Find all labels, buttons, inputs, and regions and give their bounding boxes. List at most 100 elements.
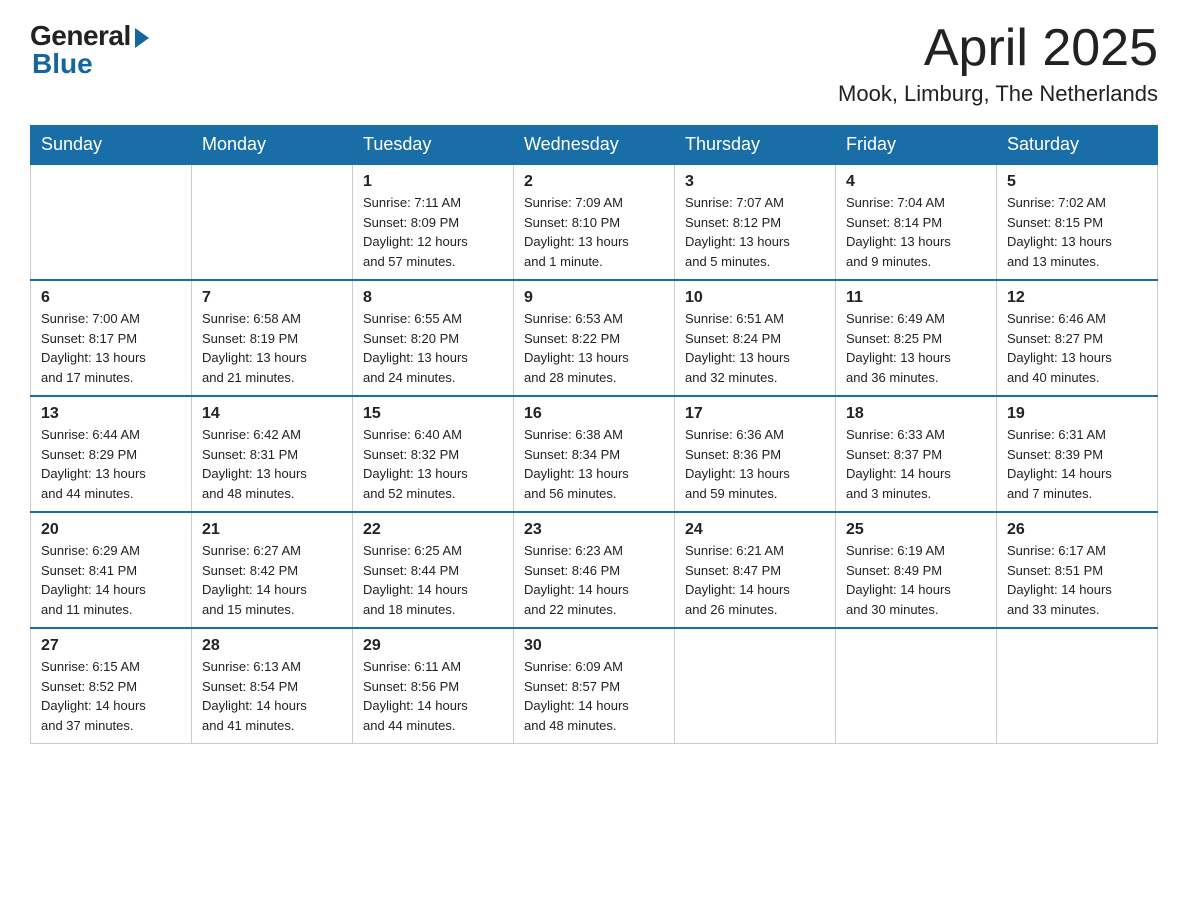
calendar-cell: 13Sunrise: 6:44 AM Sunset: 8:29 PM Dayli… [31,396,192,512]
calendar-cell: 28 Sunrise: 6:13 AM Sunset: 8:54 PM Dayli… [192,628,353,744]
calendar-cell: 9Sunrise: 6:53 AM Sunset: 8:22 PM Daylig… [514,280,675,396]
day-info: Sunrise: 6:17 AM Sunset: 8:51 PM Dayligh… [1007,541,1147,619]
title-block: April 2025 Mook, Limburg, The Netherland… [838,20,1158,107]
day-info: Sunrise: 6:13 AM Sunset: 8:54 PM Dayligh… [202,657,342,735]
day-info: Sunrise: 6:51 AM Sunset: 8:24 PM Dayligh… [685,309,825,387]
day-info: Sunrise: 6:40 AM Sunset: 8:32 PM Dayligh… [363,425,503,503]
calendar-cell: 14 Sunrise: 6:42 AM Sunset: 8:31 PM Dayli… [192,396,353,512]
calendar-cell [836,628,997,744]
day-info: Sunrise: 6:46 AM Sunset: 8:27 PM Dayligh… [1007,309,1147,387]
calendar-table: SundayMondayTuesdayWednesdayThursdayFrid… [30,125,1158,744]
calendar-week-1: 1 Sunrise: 7:11 AM Sunset: 8:09 PM Daylig… [31,164,1158,280]
day-info: Sunrise: 6:31 AM Sunset: 8:39 PM Dayligh… [1007,425,1147,503]
day-number: 17 [685,405,825,423]
day-number: 7 [202,289,342,307]
weekday-header-sunday: Sunday [31,126,192,165]
day-number: 30 [524,637,664,655]
calendar-cell: 10 Sunrise: 6:51 AM Sunset: 8:24 PM Dayli… [675,280,836,396]
calendar-cell: 6 Sunrise: 7:00 AM Sunset: 8:17 PM Daylig… [31,280,192,396]
day-info: Sunrise: 7:11 AM Sunset: 8:09 PM Dayligh… [363,193,503,271]
day-number: 4 [846,173,986,191]
day-number: 14 [202,405,342,423]
calendar-cell: 29 Sunrise: 6:11 AM Sunset: 8:56 PM Dayli… [353,628,514,744]
calendar-cell: 11Sunrise: 6:49 AM Sunset: 8:25 PM Dayli… [836,280,997,396]
day-number: 5 [1007,173,1147,191]
day-info: Sunrise: 6:58 AM Sunset: 8:19 PM Dayligh… [202,309,342,387]
day-number: 23 [524,521,664,539]
day-number: 22 [363,521,503,539]
weekday-header-row: SundayMondayTuesdayWednesdayThursdayFrid… [31,126,1158,165]
day-info: Sunrise: 6:42 AM Sunset: 8:31 PM Dayligh… [202,425,342,503]
weekday-header-saturday: Saturday [997,126,1158,165]
calendar-cell: 25 Sunrise: 6:19 AM Sunset: 8:49 PM Dayli… [836,512,997,628]
day-number: 26 [1007,521,1147,539]
day-info: Sunrise: 6:36 AM Sunset: 8:36 PM Dayligh… [685,425,825,503]
calendar-cell: 7 Sunrise: 6:58 AM Sunset: 8:19 PM Daylig… [192,280,353,396]
day-info: Sunrise: 6:29 AM Sunset: 8:41 PM Dayligh… [41,541,181,619]
day-info: Sunrise: 7:04 AM Sunset: 8:14 PM Dayligh… [846,193,986,271]
calendar-cell: 2 Sunrise: 7:09 AM Sunset: 8:10 PM Daylig… [514,164,675,280]
day-info: Sunrise: 6:53 AM Sunset: 8:22 PM Dayligh… [524,309,664,387]
calendar-cell: 19Sunrise: 6:31 AM Sunset: 8:39 PM Dayli… [997,396,1158,512]
weekday-header-monday: Monday [192,126,353,165]
calendar-cell: 8Sunrise: 6:55 AM Sunset: 8:20 PM Daylig… [353,280,514,396]
day-number: 24 [685,521,825,539]
location-title: Mook, Limburg, The Netherlands [838,81,1158,107]
calendar-cell: 24 Sunrise: 6:21 AM Sunset: 8:47 PM Dayli… [675,512,836,628]
calendar-cell: 20 Sunrise: 6:29 AM Sunset: 8:41 PM Dayli… [31,512,192,628]
day-number: 25 [846,521,986,539]
calendar-cell: 4 Sunrise: 7:04 AM Sunset: 8:14 PM Daylig… [836,164,997,280]
day-number: 10 [685,289,825,307]
calendar-week-2: 6 Sunrise: 7:00 AM Sunset: 8:17 PM Daylig… [31,280,1158,396]
day-number: 20 [41,521,181,539]
day-number: 6 [41,289,181,307]
day-number: 12 [1007,289,1147,307]
day-number: 2 [524,173,664,191]
calendar-cell: 22Sunrise: 6:25 AM Sunset: 8:44 PM Dayli… [353,512,514,628]
day-number: 3 [685,173,825,191]
day-info: Sunrise: 6:19 AM Sunset: 8:49 PM Dayligh… [846,541,986,619]
calendar-week-3: 13Sunrise: 6:44 AM Sunset: 8:29 PM Dayli… [31,396,1158,512]
day-number: 11 [846,289,986,307]
calendar-cell [192,164,353,280]
calendar-cell [997,628,1158,744]
calendar-cell [31,164,192,280]
calendar-week-5: 27Sunrise: 6:15 AM Sunset: 8:52 PM Dayli… [31,628,1158,744]
calendar-cell [675,628,836,744]
day-number: 1 [363,173,503,191]
day-info: Sunrise: 7:07 AM Sunset: 8:12 PM Dayligh… [685,193,825,271]
logo: General Blue [30,20,149,80]
weekday-header-wednesday: Wednesday [514,126,675,165]
month-title: April 2025 [838,20,1158,77]
day-info: Sunrise: 6:27 AM Sunset: 8:42 PM Dayligh… [202,541,342,619]
day-number: 18 [846,405,986,423]
day-info: Sunrise: 6:11 AM Sunset: 8:56 PM Dayligh… [363,657,503,735]
calendar-cell: 1 Sunrise: 7:11 AM Sunset: 8:09 PM Daylig… [353,164,514,280]
weekday-header-friday: Friday [836,126,997,165]
logo-arrow-icon [135,28,149,48]
calendar-cell: 16 Sunrise: 6:38 AM Sunset: 8:34 PM Dayli… [514,396,675,512]
day-number: 21 [202,521,342,539]
calendar-cell: 3 Sunrise: 7:07 AM Sunset: 8:12 PM Daylig… [675,164,836,280]
calendar-cell: 12 Sunrise: 6:46 AM Sunset: 8:27 PM Dayli… [997,280,1158,396]
day-info: Sunrise: 6:21 AM Sunset: 8:47 PM Dayligh… [685,541,825,619]
day-info: Sunrise: 6:23 AM Sunset: 8:46 PM Dayligh… [524,541,664,619]
calendar-cell: 21 Sunrise: 6:27 AM Sunset: 8:42 PM Dayli… [192,512,353,628]
calendar-cell: 18 Sunrise: 6:33 AM Sunset: 8:37 PM Dayli… [836,396,997,512]
day-number: 16 [524,405,664,423]
day-number: 15 [363,405,503,423]
weekday-header-thursday: Thursday [675,126,836,165]
day-info: Sunrise: 6:38 AM Sunset: 8:34 PM Dayligh… [524,425,664,503]
day-info: Sunrise: 7:00 AM Sunset: 8:17 PM Dayligh… [41,309,181,387]
day-number: 28 [202,637,342,655]
calendar-cell: 17 Sunrise: 6:36 AM Sunset: 8:36 PM Dayli… [675,396,836,512]
day-info: Sunrise: 6:44 AM Sunset: 8:29 PM Dayligh… [41,425,181,503]
page-header: General Blue April 2025 Mook, Limburg, T… [30,20,1158,107]
day-info: Sunrise: 7:09 AM Sunset: 8:10 PM Dayligh… [524,193,664,271]
calendar-cell: 23 Sunrise: 6:23 AM Sunset: 8:46 PM Dayli… [514,512,675,628]
day-info: Sunrise: 6:33 AM Sunset: 8:37 PM Dayligh… [846,425,986,503]
day-number: 29 [363,637,503,655]
day-number: 27 [41,637,181,655]
calendar-cell: 30Sunrise: 6:09 AM Sunset: 8:57 PM Dayli… [514,628,675,744]
calendar-body: 1 Sunrise: 7:11 AM Sunset: 8:09 PM Daylig… [31,164,1158,744]
